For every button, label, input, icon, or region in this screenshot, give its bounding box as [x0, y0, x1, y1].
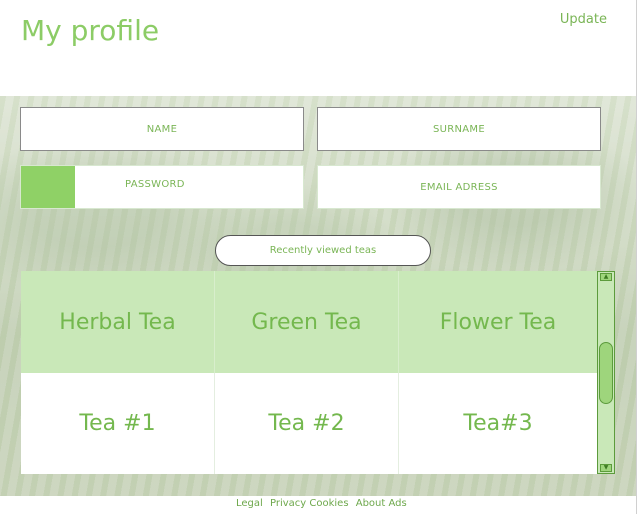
footer-link-privacy-cookies[interactable]: Privacy Cookies [270, 498, 349, 509]
surname-field-label: SURNAME [433, 123, 485, 135]
tea-category-green[interactable]: Green Tea [215, 271, 399, 373]
email-field[interactable]: EMAIL ADRESS [317, 165, 601, 209]
password-strength-bar [21, 166, 75, 208]
tea-item-2[interactable]: Tea #2 [215, 373, 399, 474]
page-title: My profile [21, 14, 160, 47]
footer-link-legal[interactable]: Legal [236, 498, 263, 509]
password-field[interactable]: PASSWORD [20, 165, 304, 209]
scrollbar-thumb[interactable] [599, 342, 613, 404]
name-field-label: NAME [146, 123, 178, 135]
tea-item-3[interactable]: Tea#3 [399, 373, 597, 474]
tea-category-flower[interactable]: Flower Tea [399, 271, 597, 373]
email-field-label: EMAIL ADRESS [420, 181, 498, 193]
scroll-down-arrow-icon[interactable]: ▼ [600, 464, 612, 472]
password-field-label: PASSWORD [125, 179, 185, 190]
recently-viewed-teas-button[interactable]: Recently viewed teas [215, 235, 431, 266]
footer-link-about-ads[interactable]: About Ads [356, 498, 407, 509]
footer-links: Legal Privacy Cookies About Ads [236, 498, 411, 509]
tea-item-1[interactable]: Tea #1 [21, 373, 215, 474]
update-link[interactable]: Update [560, 12, 607, 27]
window-right-edge [636, 0, 641, 514]
tea-table: Herbal Tea Green Tea Flower Tea Tea #1 T… [21, 271, 597, 474]
tea-category-herbal[interactable]: Herbal Tea [21, 271, 215, 373]
name-field[interactable]: NAME [20, 107, 304, 151]
tea-table-scrollbar[interactable]: ▲ ▼ [597, 271, 615, 474]
surname-field[interactable]: SURNAME [317, 107, 601, 151]
scroll-up-arrow-icon[interactable]: ▲ [600, 273, 612, 281]
